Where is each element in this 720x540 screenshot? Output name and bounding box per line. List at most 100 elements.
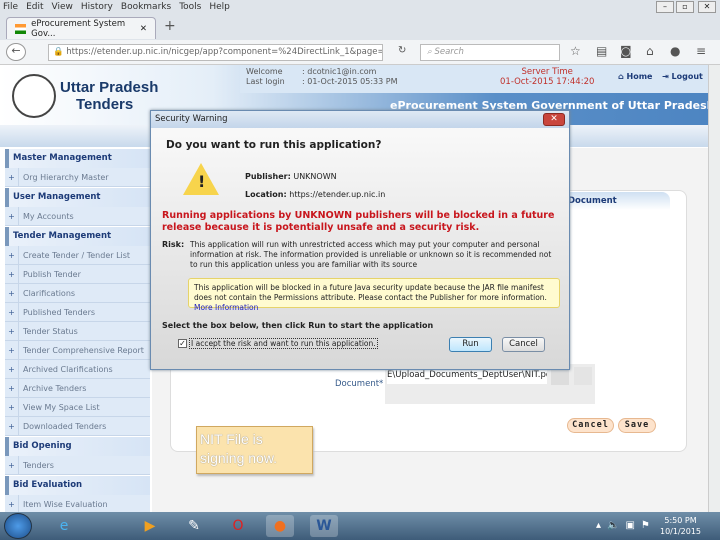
bullet-icon: + <box>5 303 19 321</box>
last-login-label: Last login <box>246 77 285 86</box>
home-label: Home <box>626 72 653 81</box>
sidebar-item-label: Publish Tender <box>23 269 81 279</box>
dialog-cancel-button[interactable]: Cancel <box>502 337 545 352</box>
menu-file[interactable]: File <box>3 2 18 12</box>
accept-risk-checkbox[interactable]: ✓ <box>178 339 187 348</box>
risk-text: This application will run with unrestric… <box>190 240 552 269</box>
sidebar-section-title: Bid Opening <box>5 437 150 456</box>
internet-explorer-icon[interactable]: e <box>50 515 78 537</box>
bullet-icon: + <box>5 495 19 513</box>
menu-edit[interactable]: Edit <box>26 2 43 12</box>
more-information-link[interactable]: More Information <box>194 303 258 312</box>
clock-time: 5:50 PM <box>664 516 697 525</box>
bullet-icon: + <box>5 398 19 416</box>
sidebar-item[interactable]: + Create Tender / Tender List <box>5 246 150 265</box>
publisher-value: UNKNOWN <box>293 172 337 181</box>
sidebar-item[interactable]: + Publish Tender <box>5 265 150 284</box>
bullet-icon: + <box>5 246 19 264</box>
firefox-icon[interactable]: ● <box>266 515 294 537</box>
sidebar-item[interactable]: + Tenders <box>5 456 150 475</box>
clock[interactable]: 5:50 PM 10/1/2015 <box>660 515 701 537</box>
server-time: Server Time 01-Oct-2015 17:44:20 <box>500 67 594 87</box>
sidebar-item[interactable]: + Clarifications <box>5 284 150 303</box>
new-tab-icon[interactable]: + <box>164 18 176 34</box>
bullet-icon: + <box>5 265 19 283</box>
minimize-button[interactable]: – <box>656 1 674 13</box>
welcome-label: Welcome <box>246 67 283 76</box>
sidebar-item[interactable]: + Tender Comprehensive Report <box>5 341 150 360</box>
bullet-icon: + <box>5 456 19 474</box>
sidebar-item[interactable]: + Tender Status <box>5 322 150 341</box>
menu-tools[interactable]: Tools <box>179 2 201 12</box>
sidebar-item-label: Downloaded Tenders <box>23 421 107 431</box>
menu-view[interactable]: View <box>52 2 73 12</box>
menu-help[interactable]: Help <box>209 2 230 12</box>
logout-link[interactable]: ⇥ Logout <box>662 72 703 81</box>
brand-line2: Tenders <box>76 96 134 113</box>
close-window-button[interactable]: ✕ <box>698 1 716 13</box>
dialog-question: Do you want to run this application? <box>166 139 382 151</box>
menu-bar: File Edit View History Bookmarks Tools H… <box>0 0 720 14</box>
maximize-button[interactable]: ▫ <box>676 1 694 13</box>
home-icon: ⌂ <box>618 72 624 81</box>
hamburger-menu-icon[interactable]: ≡ <box>696 44 706 58</box>
warning-exclamation: ! <box>198 172 206 191</box>
opera-icon[interactable]: O <box>224 515 252 537</box>
menu-bookmarks[interactable]: Bookmarks <box>121 2 171 12</box>
india-flag-icon <box>15 23 27 34</box>
sidebar-item[interactable]: + Published Tenders <box>5 303 150 322</box>
page-scrollbar[interactable] <box>708 65 720 512</box>
dialog-title: Security Warning <box>151 111 569 128</box>
pocket-icon[interactable]: ◙ <box>620 44 632 58</box>
back-icon[interactable]: ← <box>6 43 26 61</box>
unknown-publisher-warning: Running applications by UNKNOWN publishe… <box>162 210 555 233</box>
sidebar-item[interactable]: + Org Hierarchy Master <box>5 168 150 187</box>
home-link[interactable]: ⌂ Home <box>618 72 652 81</box>
save-button[interactable]: Save <box>618 418 656 433</box>
sidebar-item[interactable]: + Archive Tenders <box>5 379 150 398</box>
sidebar-item-label: Published Tenders <box>23 307 96 317</box>
location-value: https://etender.up.nic.in <box>289 190 386 199</box>
sidebar-item[interactable]: + Downloaded Tenders <box>5 417 150 436</box>
brand-line1: Uttar Pradesh <box>60 79 159 96</box>
close-tab-icon[interactable]: ✕ <box>140 24 147 34</box>
view-file-icon[interactable] <box>574 367 592 385</box>
sidebar-item-label: Org Hierarchy Master <box>23 172 109 182</box>
menu-history[interactable]: History <box>81 2 113 12</box>
home-icon[interactable]: ⌂ <box>646 44 654 58</box>
system-tray-icons[interactable]: ▴🔈▣⚑ <box>596 520 656 531</box>
document-path-input[interactable]: E\Upload_Documents_DeptUser\NIT.pdf <box>387 370 547 384</box>
start-button[interactable] <box>4 513 32 539</box>
sidebar-item-label: Tender Comprehensive Report <box>23 345 144 355</box>
paint-icon[interactable]: ✎ <box>180 515 208 537</box>
sidebar-item-label: Clarifications <box>23 288 76 298</box>
reload-icon[interactable]: ↻ <box>398 45 406 56</box>
word-icon[interactable]: W <box>310 515 338 537</box>
document-label: Document* <box>335 379 384 389</box>
sidebar-item[interactable]: + Archived Clarifications <box>5 360 150 379</box>
dialog-close-button[interactable]: ✕ <box>543 113 565 126</box>
url-bar[interactable]: 🔒 https://etender.up.nic.in/nicgep/app?c… <box>48 44 383 61</box>
search-input[interactable]: ⌕ Search <box>420 44 560 61</box>
publisher-label: Publisher: <box>245 172 291 181</box>
sidebar-section-title: Tender Management <box>5 227 150 246</box>
security-warning-dialog: Security Warning ✕ Do you want to run th… <box>150 110 570 370</box>
reading-list-icon[interactable]: ▤ <box>596 44 607 58</box>
cancel-button[interactable]: Cancel <box>567 418 614 433</box>
emblem-logo <box>12 74 56 118</box>
accept-risk-label[interactable]: I accept the risk and want to run this a… <box>189 338 378 349</box>
bullet-icon: + <box>5 360 19 378</box>
sidebar-item-label: View My Space List <box>23 402 100 412</box>
sidebar-item[interactable]: + My Accounts <box>5 207 150 226</box>
clock-date: 10/1/2015 <box>660 527 702 536</box>
run-button[interactable]: Run <box>449 337 492 352</box>
chat-icon[interactable]: ● <box>670 44 680 58</box>
sidebar-item-label: Archived Clarifications <box>23 364 113 374</box>
sidebar-item[interactable]: + View My Space List <box>5 398 150 417</box>
media-player-icon[interactable]: ▶ <box>136 515 164 537</box>
browser-tab[interactable]: eProcurement System Gov... ✕ <box>6 17 156 39</box>
server-time-label: Server Time <box>521 67 573 77</box>
bookmark-star-icon[interactable]: ☆ <box>570 44 581 58</box>
bullet-icon: + <box>5 379 19 397</box>
sidebar-item-label: Tenders <box>23 460 54 470</box>
